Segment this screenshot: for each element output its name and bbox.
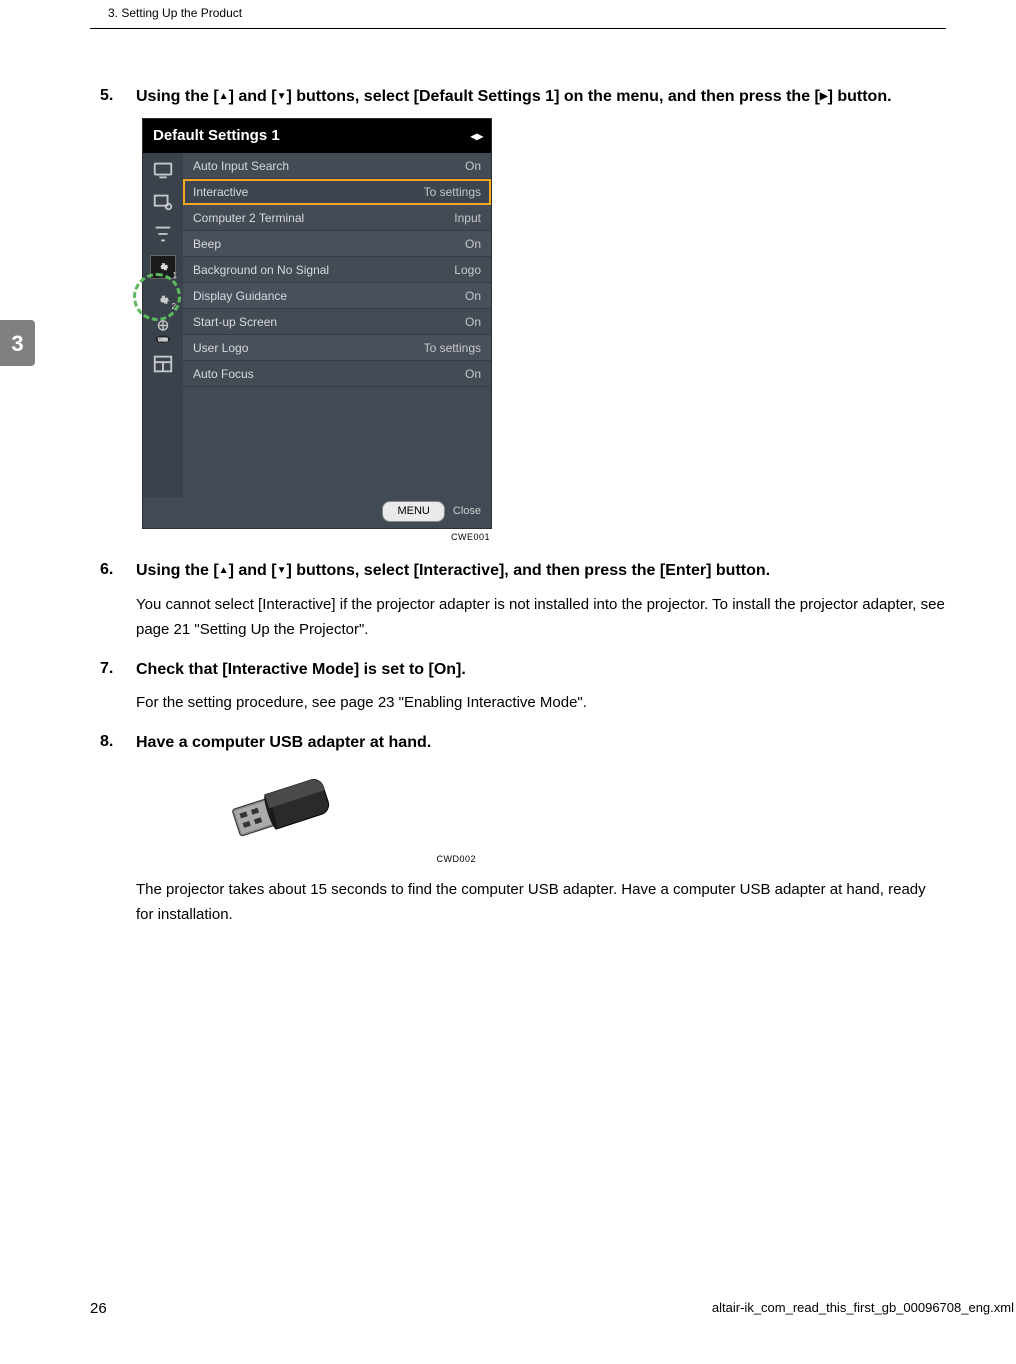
menu-button: MENU — [382, 501, 444, 522]
menu-row-label: Auto Focus — [193, 365, 254, 383]
menu-row-value: To settings — [424, 339, 481, 357]
up-triangle-icon: ▲ — [219, 89, 229, 105]
default-settings-2-icon: 2 — [152, 289, 174, 311]
down-triangle-icon: ▼ — [277, 563, 287, 579]
menu-row-label: User Logo — [193, 339, 248, 357]
close-label: Close — [453, 503, 481, 520]
svg-text:USB: USB — [158, 337, 167, 342]
menu-title: Default Settings 1 — [153, 125, 280, 148]
page-header: 3. Setting Up the Product — [90, 0, 946, 29]
menu-row: Auto Focus On — [183, 361, 491, 387]
input-icon — [152, 159, 174, 181]
page-number: 26 — [90, 1298, 107, 1321]
step-8-title: Have a computer USB adapter at hand. — [136, 730, 946, 756]
menu-rows: Auto Input Search On Interactive To setting… — [183, 153, 491, 497]
menu-row-label: Computer 2 Terminal — [193, 209, 304, 227]
menu-row: Background on No Signal Logo — [183, 257, 491, 283]
menu-row-label: Beep — [193, 235, 221, 253]
default-settings-1-icon: 1 — [150, 255, 176, 279]
usb-adapter-figure: CWD002 — [206, 763, 476, 867]
menu-row: Interactive To settings — [183, 179, 491, 205]
step-7: 7. Check that [Interactive Mode] is set … — [136, 657, 946, 716]
step-5-title: Using the [▲] and [▼] buttons, select [D… — [136, 84, 946, 110]
menu-row-value: On — [465, 313, 481, 331]
menu-row-value: To settings — [424, 183, 481, 201]
step-number: 6. — [100, 558, 113, 582]
chapter-label: 3. Setting Up the Product — [108, 6, 242, 20]
menu-row-value: On — [465, 365, 481, 383]
step-number: 7. — [100, 657, 113, 681]
menu-row-value: On — [465, 235, 481, 253]
step-6-title: Using the [▲] and [▼] buttons, select [I… — [136, 558, 946, 584]
menu-row: User Logo To settings — [183, 335, 491, 361]
step-7-body: For the setting procedure, see page 23 "… — [136, 690, 946, 716]
menu-row-value: On — [465, 287, 481, 305]
figure-id: CWE001 — [142, 531, 492, 545]
down-triangle-icon: ▼ — [277, 89, 287, 105]
step-8: 8. Have a computer USB adapter at hand. — [136, 730, 946, 928]
menu-row: Computer 2 Terminal Input — [183, 205, 491, 231]
step-5: 5. Using the [▲] and [▼] buttons, select… — [136, 84, 946, 544]
usb-dongle-icon — [206, 763, 366, 853]
menu-row: Beep On — [183, 231, 491, 257]
up-triangle-icon: ▲ — [219, 563, 229, 579]
settings-sub-icon — [152, 191, 174, 213]
menu-row-value: On — [465, 157, 481, 175]
joystick-icon: ◂◦▸ — [471, 127, 481, 145]
menu-screenshot: Default Settings 1 ◂◦▸ — [142, 118, 492, 545]
menu-row: Auto Input Search On — [183, 153, 491, 179]
step-number: 5. — [100, 84, 113, 108]
menu-category-icons: 1 2 USB — [143, 153, 183, 497]
menu-row-label: Interactive — [193, 183, 248, 201]
menu-row: Start-up Screen On — [183, 309, 491, 335]
figure-id: CWD002 — [206, 853, 476, 867]
step-6-body: You cannot select [Interactive] if the p… — [136, 592, 946, 643]
step-number: 8. — [100, 730, 113, 754]
filter-icon — [152, 223, 174, 245]
step-6: 6. Using the [▲] and [▼] buttons, select… — [136, 558, 946, 643]
source-file: altair-ik_com_read_this_first_gb_0009670… — [712, 1298, 1014, 1321]
page-footer: 26 altair-ik_com_read_this_first_gb_0009… — [90, 1298, 1016, 1321]
menu-row-label: Background on No Signal — [193, 261, 329, 279]
menu-row: Display Guidance On — [183, 283, 491, 309]
step-7-title: Check that [Interactive Mode] is set to … — [136, 657, 946, 683]
menu-row-label: Start-up Screen — [193, 313, 277, 331]
network-usb-icon: USB — [152, 321, 174, 343]
layout-icon — [152, 353, 174, 375]
menu-row-value: Input — [454, 209, 481, 227]
menu-row-value: Logo — [454, 261, 481, 279]
step-8-body: The projector takes about 15 seconds to … — [136, 877, 946, 928]
menu-row-label: Display Guidance — [193, 287, 287, 305]
menu-row-label: Auto Input Search — [193, 157, 289, 175]
right-triangle-icon: ▶ — [820, 89, 828, 105]
